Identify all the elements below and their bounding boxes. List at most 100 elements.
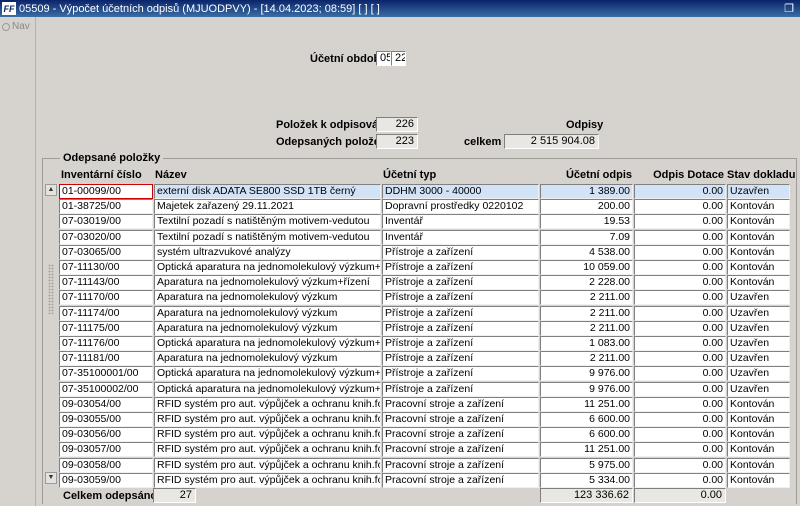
cell-name[interactable]: RFID systém pro aut. výpůjček a ochranu … [154, 427, 381, 443]
cell-inventory-number[interactable]: 07-35100002/00 [59, 381, 153, 397]
cell-name[interactable]: Optická aparatura na jednomolekulový výz… [154, 260, 381, 275]
cell-subsidy-depreciation[interactable]: 0.00 [634, 244, 726, 260]
cell-subsidy-depreciation[interactable]: 0.00 [634, 396, 726, 412]
cell-document-status[interactable]: Kontován [727, 412, 790, 427]
cell-inventory-number[interactable]: 07-35100001/00 [59, 366, 153, 382]
table-row[interactable]: 09-03055/00 RFID systém pro aut. výpůjček… [59, 412, 790, 427]
cell-accounting-type[interactable]: Přístroje a zařízení [382, 244, 539, 260]
cell-subsidy-depreciation[interactable]: 0.00 [634, 320, 726, 336]
cell-accounting-type[interactable]: Přístroje a zařízení [382, 366, 539, 382]
cell-accounting-type[interactable]: Pracovní stroje a zařízení [382, 442, 539, 458]
table-row[interactable]: 07-35100001/00 Optická aparatura na jedno… [59, 366, 790, 382]
cell-accounting-depreciation[interactable]: 10 059.00 [540, 260, 633, 275]
cell-document-status[interactable]: Kontován [727, 472, 790, 488]
cell-name[interactable]: Aparatura na jednomolekulový výzkum [154, 290, 381, 306]
cell-document-status[interactable]: Uzavřen [727, 290, 790, 306]
cell-accounting-type[interactable]: Přístroje a zařízení [382, 381, 539, 397]
cell-name[interactable]: Optická aparatura na jednomolekulový výz… [154, 336, 381, 351]
cell-name[interactable]: Aparatura na jednomolekulový výzkum [154, 351, 381, 367]
cell-accounting-type[interactable]: Přístroje a zařízení [382, 290, 539, 306]
cell-name[interactable]: Optická aparatura na jednomolekulový výz… [154, 381, 381, 397]
cell-accounting-type[interactable]: Přístroje a zařízení [382, 351, 539, 367]
cell-accounting-type[interactable]: Přístroje a zařízení [382, 305, 539, 321]
cell-accounting-type[interactable]: Inventář [382, 229, 539, 245]
cell-accounting-depreciation[interactable]: 6 600.00 [540, 412, 633, 427]
cell-accounting-type[interactable]: Přístroje a zařízení [382, 320, 539, 336]
cell-accounting-depreciation[interactable]: 9 976.00 [540, 366, 633, 382]
cell-accounting-type[interactable]: Inventář [382, 214, 539, 230]
cell-subsidy-depreciation[interactable]: 0.00 [634, 305, 726, 321]
cell-document-status[interactable]: Kontován [727, 260, 790, 275]
table-row[interactable]: 07-03065/00 systém ultrazvukové analýzy Př… [59, 244, 790, 260]
table-row[interactable]: 07-11176/00 Optická aparatura na jednomol… [59, 336, 790, 351]
table-row[interactable]: 07-35100002/00 Optická aparatura na jedno… [59, 381, 790, 397]
cell-inventory-number[interactable]: 07-11130/00 [59, 260, 153, 275]
cell-inventory-number[interactable]: 09-03054/00 [59, 396, 153, 412]
cell-document-status[interactable]: Kontován [727, 214, 790, 230]
cell-document-status[interactable]: Uzavřen [727, 381, 790, 397]
cell-accounting-depreciation[interactable]: 19.53 [540, 214, 633, 230]
cell-subsidy-depreciation[interactable]: 0.00 [634, 336, 726, 351]
cell-accounting-type[interactable]: DDHM 3000 - 40000 [382, 184, 539, 199]
cell-accounting-depreciation[interactable]: 2 211.00 [540, 290, 633, 306]
cell-accounting-depreciation[interactable]: 9 976.00 [540, 381, 633, 397]
cell-document-status[interactable]: Kontován [727, 442, 790, 458]
table-row[interactable]: 07-11130/00 Optická aparatura na jednomol… [59, 260, 790, 275]
cell-document-status[interactable]: Kontován [727, 199, 790, 215]
cell-subsidy-depreciation[interactable]: 0.00 [634, 214, 726, 230]
scroll-down-icon[interactable]: ▼ [45, 472, 57, 484]
cell-accounting-depreciation[interactable]: 200.00 [540, 199, 633, 215]
cell-accounting-depreciation[interactable]: 2 228.00 [540, 275, 633, 291]
table-row[interactable]: 07-11175/00 Aparatura na jednomolekulový … [59, 320, 790, 336]
cell-subsidy-depreciation[interactable]: 0.00 [634, 229, 726, 245]
period-month-field[interactable]: 05 [376, 51, 391, 66]
cell-inventory-number[interactable]: 09-03059/00 [59, 472, 153, 488]
cell-accounting-type[interactable]: Přístroje a zařízení [382, 275, 539, 291]
cell-name[interactable]: externí disk ADATA SE800 SSD 1TB černý [154, 184, 381, 199]
cell-inventory-number[interactable]: 07-03065/00 [59, 244, 153, 260]
table-row[interactable]: 07-03019/00 Textilní pozadí s natištěným … [59, 214, 790, 230]
cell-document-status[interactable]: Kontován [727, 457, 790, 473]
cell-subsidy-depreciation[interactable]: 0.00 [634, 442, 726, 458]
cell-inventory-number[interactable]: 07-11170/00 [59, 290, 153, 306]
cell-document-status[interactable]: Uzavřen [727, 305, 790, 321]
restore-window-icon[interactable]: ❐ [784, 2, 794, 15]
cell-subsidy-depreciation[interactable]: 0.00 [634, 275, 726, 291]
table-row[interactable]: 07-11174/00 Aparatura na jednomolekulový … [59, 305, 790, 321]
cell-inventory-number[interactable]: 07-11143/00 [59, 275, 153, 291]
cell-inventory-number[interactable]: 07-11176/00 [59, 336, 153, 351]
cell-document-status[interactable]: Kontován [727, 396, 790, 412]
cell-name[interactable]: Aparatura na jednomolekulový výzkum+říze… [154, 275, 381, 291]
cell-accounting-depreciation[interactable]: 6 600.00 [540, 427, 633, 443]
cell-subsidy-depreciation[interactable]: 0.00 [634, 457, 726, 473]
cell-name[interactable]: Optická aparatura na jednomolekulový výz… [154, 366, 381, 382]
table-row[interactable]: 07-03020/00 Textilní pozadí s natištěným … [59, 229, 790, 245]
cell-subsidy-depreciation[interactable]: 0.00 [634, 351, 726, 367]
cell-inventory-number[interactable]: 09-03058/00 [59, 457, 153, 473]
cell-inventory-number[interactable]: 09-03056/00 [59, 427, 153, 443]
cell-name[interactable]: systém ultrazvukové analýzy [154, 244, 381, 260]
table-row[interactable]: 07-11170/00 Aparatura na jednomolekulový … [59, 290, 790, 306]
cell-subsidy-depreciation[interactable]: 0.00 [634, 199, 726, 215]
cell-accounting-type[interactable]: Přístroje a zařízení [382, 260, 539, 275]
cell-document-status[interactable]: Uzavřen [727, 351, 790, 367]
cell-accounting-depreciation[interactable]: 4 538.00 [540, 244, 633, 260]
cell-document-status[interactable]: Kontován [727, 244, 790, 260]
cell-accounting-depreciation[interactable]: 1 083.00 [540, 336, 633, 351]
cell-accounting-depreciation[interactable]: 7.09 [540, 229, 633, 245]
cell-accounting-depreciation[interactable]: 2 211.00 [540, 305, 633, 321]
cell-accounting-depreciation[interactable]: 11 251.00 [540, 442, 633, 458]
cell-inventory-number[interactable]: 07-11181/00 [59, 351, 153, 367]
table-row[interactable]: 01-38725/00 Majetek zařazený 29.11.2021 Do… [59, 199, 790, 215]
cell-name[interactable]: Textilní pozadí s natištěným motivem-ved… [154, 214, 381, 230]
cell-subsidy-depreciation[interactable]: 0.00 [634, 290, 726, 306]
table-row[interactable]: 09-03059/00 RFID systém pro aut. výpůjček… [59, 472, 790, 488]
cell-accounting-type[interactable]: Pracovní stroje a zařízení [382, 396, 539, 412]
cell-subsidy-depreciation[interactable]: 0.00 [634, 412, 726, 427]
cell-inventory-number[interactable]: 01-00099/00 [59, 184, 153, 199]
cell-document-status[interactable]: Kontován [727, 427, 790, 443]
cell-accounting-depreciation[interactable]: 5 334.00 [540, 472, 633, 488]
table-row[interactable]: 09-03054/00 RFID systém pro aut. výpůjček… [59, 396, 790, 412]
cell-accounting-depreciation[interactable]: 5 975.00 [540, 457, 633, 473]
table-row[interactable]: 09-03058/00 RFID systém pro aut. výpůjček… [59, 457, 790, 473]
